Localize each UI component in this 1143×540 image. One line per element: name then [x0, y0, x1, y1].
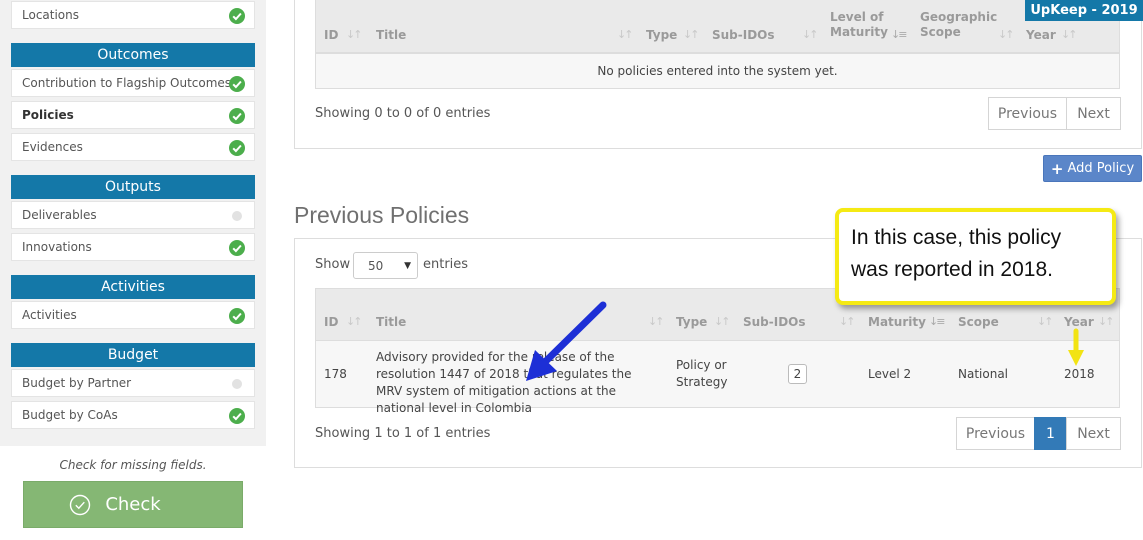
page-size-value: 50 — [368, 258, 384, 273]
pending-dot-icon — [232, 211, 242, 221]
section-title: Previous Policies — [294, 202, 470, 228]
check-circle-icon — [229, 240, 245, 256]
col-header-maturity[interactable]: Maturity — [868, 315, 926, 330]
show-label: Show — [315, 257, 351, 272]
section-header-budget: Budget — [11, 343, 255, 367]
previous-button[interactable]: Previous — [956, 417, 1035, 450]
sidebar-item-label: Activities — [22, 308, 77, 322]
plus-icon: + — [1050, 159, 1064, 178]
pending-dot-icon — [232, 379, 242, 389]
sidebar-item-label: Evidences — [22, 140, 83, 154]
sidebar-item-activities[interactable]: Activities — [11, 301, 255, 329]
col-header-year[interactable]: Year — [1026, 28, 1056, 43]
sort-icon: ↓↑ — [346, 28, 363, 41]
add-policy-button[interactable]: + Add Policy — [1043, 155, 1142, 182]
col-header-id[interactable]: ID — [324, 28, 338, 43]
sort-desc-icon: ↓≡ — [929, 315, 946, 328]
sidebar-item-label: Deliverables — [22, 208, 97, 222]
cell-id: 178 — [324, 367, 347, 381]
sidebar: Locations Outcomes Contribution to Flags… — [0, 0, 266, 446]
sidebar-item-evidences[interactable]: Evidences — [11, 133, 255, 161]
sort-icon: ↓↑ — [346, 315, 363, 328]
annotation-callout: In this case, this policy was reported i… — [835, 208, 1116, 305]
col-header-scope[interactable]: Geographic Scope — [920, 10, 1000, 40]
sort-icon: ↓↑ — [802, 28, 819, 41]
section-header-activities: Activities — [11, 275, 255, 299]
sidebar-item-label: Locations — [22, 8, 80, 22]
sort-icon: ↓↑ — [683, 28, 700, 41]
missing-fields-note: Check for missing fields. — [59, 458, 207, 472]
sidebar-item-label: Budget by CoAs — [22, 408, 118, 422]
col-header-sub-idos[interactable]: Sub-IDOs — [743, 315, 806, 330]
cell-title: Advisory provided for the release of the… — [376, 350, 632, 415]
next-button[interactable]: Next — [1066, 97, 1121, 130]
sidebar-item-label: Policies — [22, 108, 74, 122]
previous-button[interactable]: Previous — [988, 97, 1067, 130]
check-circle-icon — [229, 308, 245, 324]
sort-icon: ↓↑ — [839, 315, 856, 328]
sidebar-item-label: Budget by Partner — [22, 376, 132, 390]
sidebar-item-locations[interactable]: Locations — [11, 1, 255, 29]
sidebar-item-budget-coas[interactable]: Budget by CoAs — [11, 401, 255, 429]
sort-icon: ↓↑ — [998, 28, 1015, 41]
sort-icon: ↓↑ — [617, 28, 634, 41]
sidebar-item-contribution[interactable]: Contribution to Flagship Outcomes — [11, 69, 255, 97]
cell-maturity: Level 2 — [868, 367, 912, 381]
entries-label: entries — [423, 257, 469, 272]
page-size-select[interactable]: 50 ▼ — [353, 252, 418, 279]
col-header-title[interactable]: Title — [376, 315, 406, 330]
sidebar-item-label: Innovations — [22, 240, 92, 254]
sort-icon: ↓↑ — [1061, 28, 1078, 41]
col-header-scope[interactable]: Scope — [958, 315, 999, 330]
showing-entries: Showing 0 to 0 of 0 entries — [315, 106, 491, 121]
add-policy-label: Add Policy — [1067, 161, 1135, 176]
upkeep-badge: UpKeep - 2019 — [1025, 0, 1143, 21]
check-button[interactable]: Check — [23, 481, 243, 528]
sort-icon: ↓↑ — [1037, 315, 1054, 328]
section-header-outcomes: Outcomes — [11, 43, 255, 67]
check-circle-icon — [229, 108, 245, 124]
empty-table-message: No policies entered into the system yet. — [315, 53, 1120, 89]
col-header-type[interactable]: Type — [676, 315, 707, 330]
page-1-button[interactable]: 1 — [1034, 417, 1067, 450]
check-circle-icon — [229, 76, 245, 92]
sort-icon: ↓↑ — [1098, 315, 1115, 328]
sub-idos-count-badge: 2 — [788, 364, 807, 384]
sort-desc-icon: ↓≡ — [891, 28, 908, 41]
sidebar-item-budget-partner[interactable]: Budget by Partner — [11, 369, 255, 397]
col-header-maturity[interactable]: Level of Maturity — [830, 10, 900, 40]
next-button[interactable]: Next — [1066, 417, 1121, 450]
check-button-label: Check — [105, 494, 161, 515]
col-header-type[interactable]: Type — [646, 28, 677, 43]
section-header-outputs: Outputs — [11, 175, 255, 199]
showing-entries: Showing 1 to 1 of 1 entries — [315, 426, 491, 441]
col-header-sub-idos[interactable]: Sub-IDOs — [712, 28, 775, 43]
check-circle-outline-icon — [69, 494, 91, 516]
cell-scope: National — [958, 367, 1009, 381]
col-header-title[interactable]: Title — [376, 28, 406, 43]
sidebar-item-policies[interactable]: Policies — [11, 101, 255, 129]
check-circle-icon — [229, 8, 245, 24]
sort-icon: ↓↑ — [648, 315, 665, 328]
check-circle-icon — [229, 140, 245, 156]
col-header-id[interactable]: ID — [324, 315, 338, 330]
cell-type: Policy or Strategy — [676, 358, 728, 389]
cell-year: 2018 — [1064, 367, 1095, 381]
sidebar-item-deliverables[interactable]: Deliverables — [11, 201, 255, 229]
sidebar-item-label: Contribution to Flagship Outcomes — [22, 76, 232, 90]
col-header-year[interactable]: Year — [1064, 315, 1094, 330]
sidebar-item-innovations[interactable]: Innovations — [11, 233, 255, 261]
caret-down-icon: ▼ — [404, 261, 411, 271]
sort-icon: ↓↑ — [714, 315, 731, 328]
check-circle-icon — [229, 408, 245, 424]
